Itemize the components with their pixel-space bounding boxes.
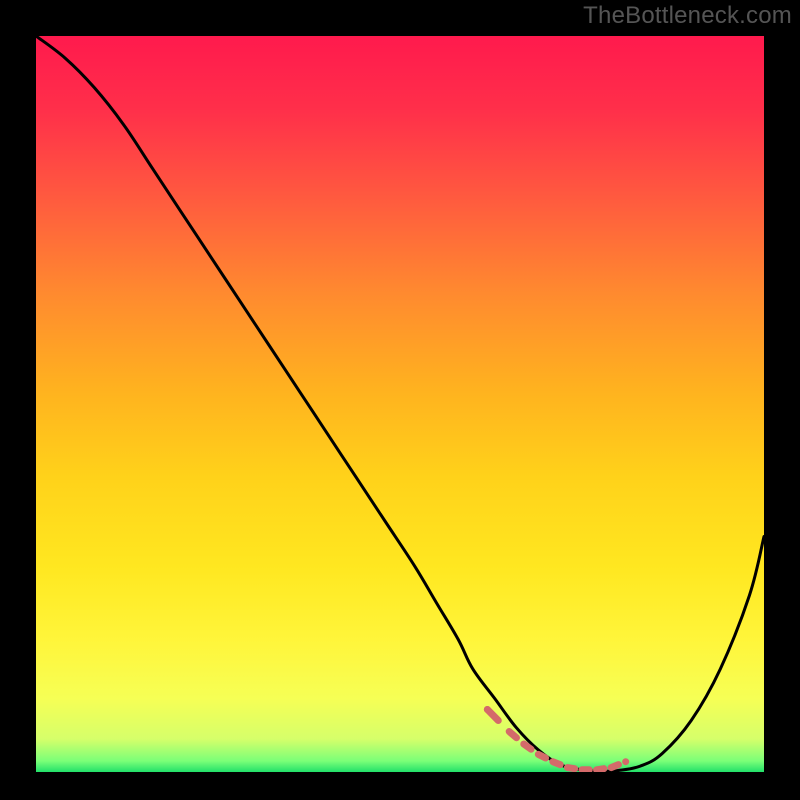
bottleneck-curve xyxy=(36,36,764,771)
optimal-marker xyxy=(567,768,574,769)
optimal-marker xyxy=(524,744,531,749)
optimal-marker xyxy=(538,754,545,758)
chart-frame: TheBottleneck.com xyxy=(0,0,800,800)
watermark-text: TheBottleneck.com xyxy=(583,2,792,30)
optimal-marker xyxy=(597,769,604,770)
curve-layer xyxy=(36,36,764,772)
plot-area xyxy=(36,36,764,772)
optimal-marker xyxy=(509,732,516,738)
optimal-marker xyxy=(553,762,560,765)
optimal-marker-cap xyxy=(484,706,491,713)
optimal-marker-cap xyxy=(622,758,629,765)
optimal-marker xyxy=(611,765,618,768)
